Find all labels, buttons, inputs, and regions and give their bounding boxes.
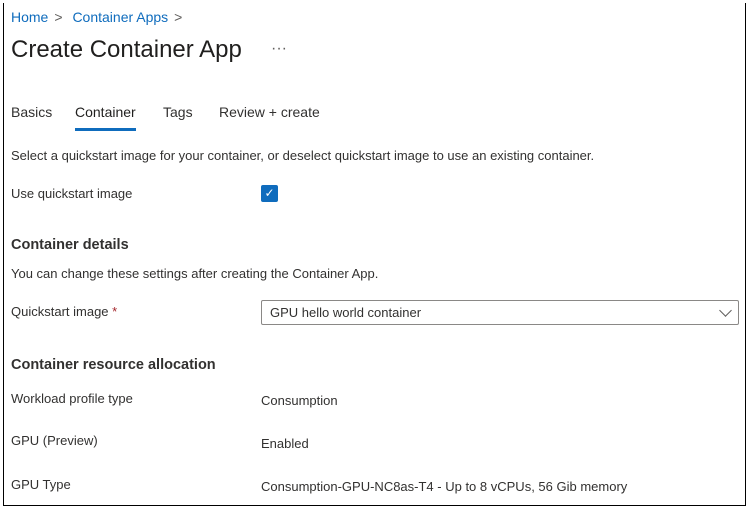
page-title: Create Container App [11,36,242,63]
container-details-note: You can change these settings after crea… [11,266,379,281]
tab-basics[interactable]: Basics [11,104,52,120]
chevron-right-icon: > [174,9,183,25]
gpu-type-label: GPU Type [11,477,71,492]
breadcrumb-container-apps[interactable]: Container Apps [72,9,168,25]
more-options-icon[interactable]: ··· [271,40,287,58]
container-details-heading: Container details [11,237,129,253]
chevron-right-icon: > [54,9,63,25]
frame [3,3,746,506]
tab-tags[interactable]: Tags [163,104,193,120]
breadcrumb: Home > Container Apps > [11,9,188,25]
chevron-down-icon [719,304,732,317]
resource-allocation-heading: Container resource allocation [11,357,216,373]
use-quickstart-label: Use quickstart image [11,186,133,201]
quickstart-image-value: GPU hello world container [270,305,422,320]
tab-container[interactable]: Container [75,104,136,131]
gpu-preview-value: Enabled [261,436,309,451]
breadcrumb-home[interactable]: Home [11,9,48,25]
workload-profile-label: Workload profile type [11,391,133,406]
intro-text: Select a quickstart image for your conta… [11,148,595,163]
use-quickstart-checkbox[interactable]: ✓ [261,185,278,202]
checkmark-icon: ✓ [264,186,275,200]
workload-profile-value: Consumption [261,393,338,408]
quickstart-image-dropdown[interactable]: GPU hello world container [261,300,739,325]
gpu-type-value: Consumption-GPU-NC8as-T4 - Up to 8 vCPUs… [261,479,628,494]
quickstart-image-label: Quickstart image * [11,304,118,319]
required-marker: * [112,304,118,319]
tab-review-create[interactable]: Review + create [219,104,320,120]
gpu-preview-label: GPU (Preview) [11,433,98,448]
